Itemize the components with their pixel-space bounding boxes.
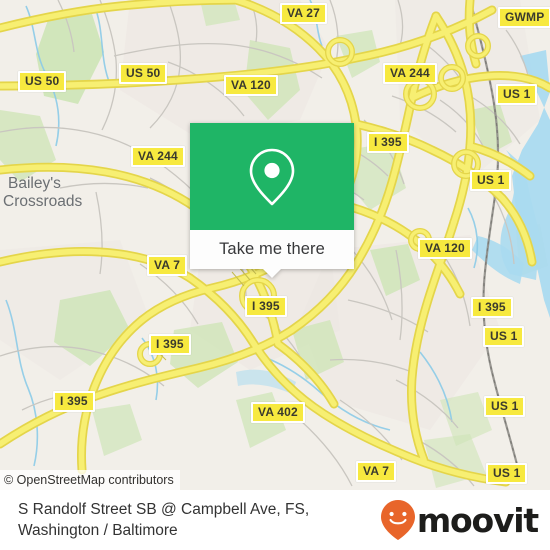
road-shield: VA 7	[147, 255, 188, 276]
popup-icon-panel	[190, 123, 354, 230]
take-me-there-popup[interactable]: Take me there	[190, 123, 354, 278]
road-shield: US 1	[483, 326, 525, 347]
road-shield: I 395	[53, 391, 95, 412]
popup-cta-panel[interactable]: Take me there	[190, 230, 354, 278]
station-info-bar: S Randolf Street SB @ Campbell Ave, FS, …	[0, 490, 550, 550]
road-shield: US 50	[119, 63, 168, 84]
moovit-brand[interactable]: moovit	[379, 499, 550, 541]
road-shield: I 395	[245, 296, 287, 317]
osm-attribution[interactable]: © OpenStreetMap contributors	[0, 470, 180, 490]
road-shield: US 1	[484, 396, 526, 417]
road-shield: US 1	[486, 463, 528, 484]
take-me-there-label: Take me there	[219, 240, 325, 258]
road-shield: I 395	[471, 297, 513, 318]
place-label-baileys: Bailey's	[8, 175, 61, 192]
road-shield: US 1	[470, 170, 512, 191]
road-shield: VA 244	[131, 146, 185, 167]
moovit-station-map-screen: Bailey's Crossroads VA 27 GWMP US 50 US 50 V…	[0, 0, 550, 550]
road-shield: VA 27	[280, 3, 328, 24]
moovit-pin-logo-icon	[380, 500, 415, 540]
road-shield: VA 244	[383, 63, 437, 84]
road-shield: US 1	[496, 84, 538, 105]
road-shield: VA 7	[356, 461, 397, 482]
moovit-wordmark: moovit	[416, 500, 539, 540]
place-label-crossroads: Crossroads	[3, 193, 82, 210]
road-shield: VA 402	[251, 402, 305, 423]
road-shield: I 395	[367, 132, 409, 153]
map-pin-icon	[249, 148, 295, 205]
station-name-label: S Randolf Street SB @ Campbell Ave, FS, …	[18, 501, 310, 539]
road-shield: VA 120	[224, 75, 278, 96]
road-shield: GWMP	[498, 7, 550, 28]
road-shield: VA 120	[418, 238, 472, 259]
road-shield: I 395	[149, 334, 191, 355]
road-shield: US 50	[18, 71, 67, 92]
popup-pointer-tail	[263, 269, 281, 278]
